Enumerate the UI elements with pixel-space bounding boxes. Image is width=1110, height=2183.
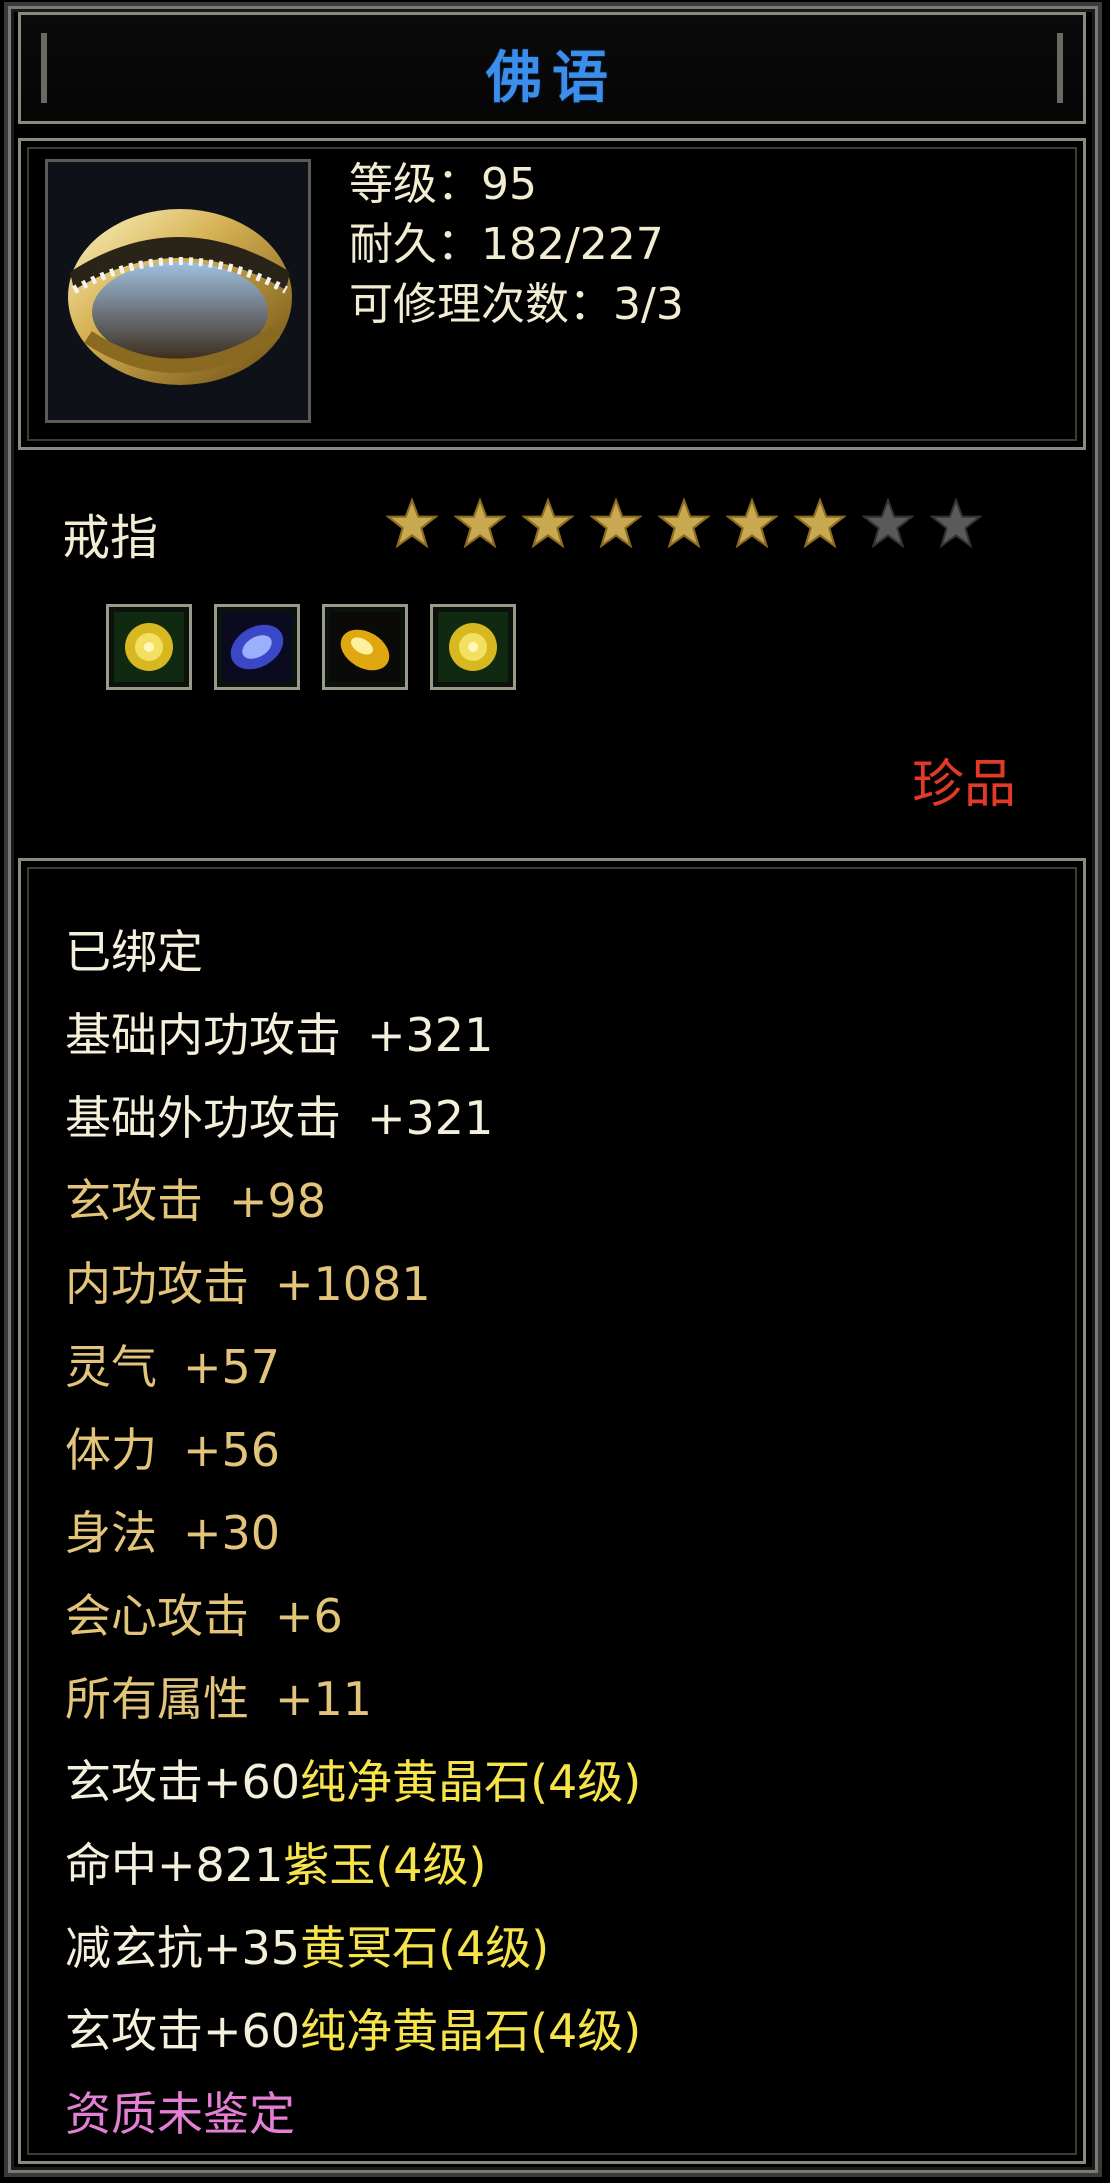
stat-label: 内功攻击 [65, 1257, 249, 1311]
stat-line: 玄攻击 +98 [65, 1160, 641, 1243]
star-empty-icon [862, 498, 914, 549]
purple-jade-gem-icon [222, 612, 292, 682]
star-filled-icon [794, 498, 846, 549]
stat-line: 体力 +56 [65, 1409, 641, 1492]
gem-socket-1[interactable] [106, 604, 192, 690]
item-header-section: 等级：95 耐久：182/227 可修理次数：3/3 [18, 138, 1086, 450]
gem-stat-line: 减玄抗+35黄冥石(4级) [65, 1907, 641, 1990]
item-repair-count: 可修理次数：3/3 [349, 279, 684, 330]
gem-name: 纯净黄晶石(4级) [300, 2004, 642, 2058]
stat-label: 会心攻击 [65, 1589, 249, 1643]
gem-stat-line: 命中+821紫玉(4级) [65, 1824, 641, 1907]
stat-line: 灵气 +57 [65, 1326, 641, 1409]
item-durability: 耐久：182/227 [349, 219, 664, 270]
star-filled-icon [386, 498, 438, 549]
gem-sockets [106, 604, 516, 690]
gem-stat-bonus: 减玄抗+35 [65, 1921, 301, 1975]
gem-name: 黄冥石(4级) [300, 1921, 550, 1975]
item-info: 等级：95 耐久：182/227 可修理次数：3/3 [349, 155, 684, 335]
stat-label: 基础外功攻击 [65, 1091, 341, 1145]
stat-value: +56 [183, 1423, 281, 1477]
star-empty-icon [930, 498, 982, 549]
gem-socket-2[interactable] [214, 604, 300, 690]
gem-stat-bonus: 命中+821 [65, 1838, 284, 1892]
gem-socket-4[interactable] [430, 604, 516, 690]
stat-label: 玄攻击 [65, 1174, 203, 1228]
star-filled-icon [658, 498, 710, 549]
gem-stat-line: 玄攻击+60纯净黄晶石(4级) [65, 1741, 641, 1824]
stat-label: 所有属性 [65, 1672, 249, 1726]
stats-list: 已绑定 基础内功攻击 +321 基础外功攻击 +321 玄攻击 +98 内功攻击 +1081 灵… [65, 911, 641, 2156]
title-bar: 佛语 [18, 12, 1086, 124]
stat-line: 身法 +30 [65, 1492, 641, 1575]
stat-value: +1081 [275, 1257, 431, 1311]
gem-stat-bonus: 玄攻击+60 [65, 1755, 301, 1809]
gem-name: 紫玉(4级) [283, 1838, 487, 1892]
item-stats-section: 已绑定 基础内功攻击 +321 基础外功攻击 +321 玄攻击 +98 内功攻击 +1081 灵… [18, 858, 1086, 2164]
gem-stat-bonus: 玄攻击+60 [65, 2004, 301, 2058]
gem-stat-line: 玄攻击+60纯净黄晶石(4级) [65, 1990, 641, 2073]
stat-value: +30 [183, 1506, 281, 1560]
gem-name: 纯净黄晶石(4级) [300, 1755, 642, 1809]
stat-line: 基础内功攻击 +321 [65, 994, 641, 1077]
stat-label: 灵气 [65, 1340, 157, 1394]
item-title: 佛语 [486, 46, 618, 111]
item-grade-section: 戒指 珍品 [18, 450, 1086, 854]
star-filled-icon [726, 498, 778, 549]
stat-value: +321 [367, 1091, 494, 1145]
item-level: 等级：95 [349, 159, 537, 210]
stat-label: 基础内功攻击 [65, 1008, 341, 1062]
star-filled-icon [590, 498, 642, 549]
stat-line: 所有属性 +11 [65, 1658, 641, 1741]
stat-value: +6 [275, 1589, 343, 1643]
stat-value: +321 [367, 1008, 494, 1062]
stat-label: 身法 [65, 1506, 157, 1560]
yellow-crystal-gem-icon [114, 612, 184, 682]
stat-value: +57 [183, 1340, 281, 1394]
stat-value: +98 [229, 1174, 327, 1228]
bound-status: 已绑定 [65, 925, 203, 979]
yellow-dark-stone-gem-icon [330, 612, 400, 682]
yellow-crystal-gem-icon [438, 612, 508, 682]
ring-icon [48, 162, 308, 420]
stat-line: 基础外功攻击 +321 [65, 1077, 641, 1160]
stat-label: 体力 [65, 1423, 157, 1477]
gem-socket-3[interactable] [322, 604, 408, 690]
stat-line: 会心攻击 +6 [65, 1575, 641, 1658]
item-type: 戒指 [62, 510, 159, 566]
item-icon-frame [45, 159, 311, 423]
star-filled-icon [522, 498, 574, 549]
stat-value: +11 [275, 1672, 373, 1726]
stat-line: 内功攻击 +1081 [65, 1243, 641, 1326]
rarity-label: 珍品 [911, 755, 1016, 815]
star-filled-icon [454, 498, 506, 549]
quality-status: 资质未鉴定 [65, 2087, 295, 2141]
star-rating [386, 498, 982, 550]
